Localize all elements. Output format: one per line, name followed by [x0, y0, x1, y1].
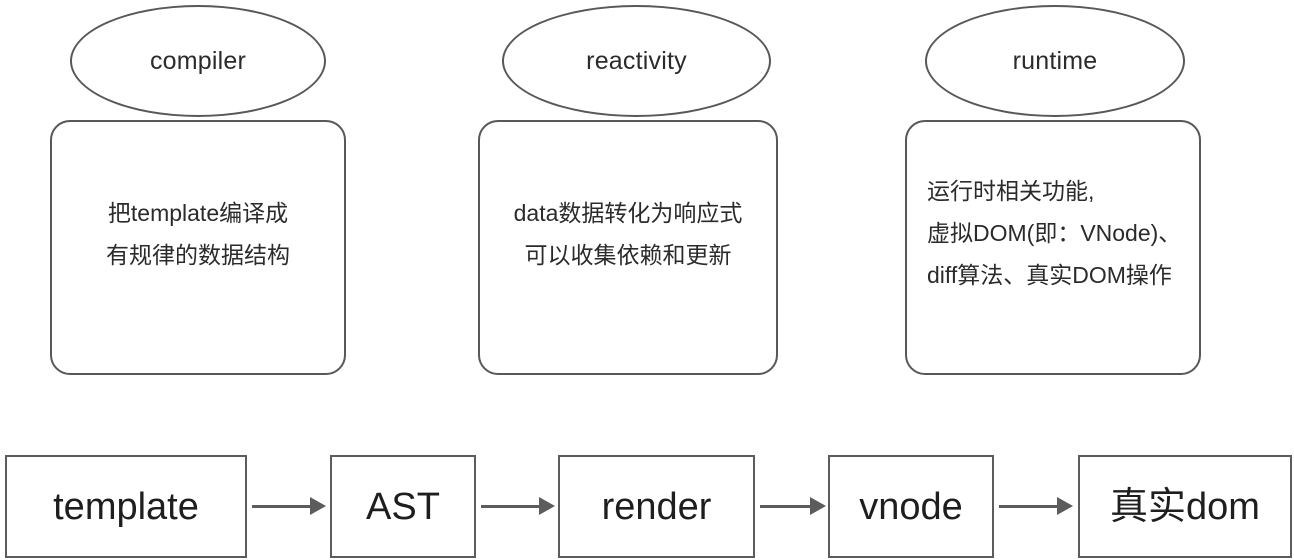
pipeline-step-real-dom[interactable]: 真实dom — [1078, 455, 1292, 558]
pipeline-arrow-1-icon — [252, 497, 326, 515]
concept-card-reactivity[interactable]: data数据转化为响应式 可以收集依赖和更新 — [478, 120, 778, 375]
concept-card-compiler[interactable]: 把template编译成 有规律的数据结构 — [50, 120, 346, 375]
arrow-head — [539, 497, 555, 515]
diagram-root: compiler 把template编译成 有规律的数据结构 reactivit… — [0, 0, 1294, 560]
concept-card-description: data数据转化为响应式 可以收集依赖和更新 — [513, 200, 743, 268]
pipeline-step-label: template — [53, 485, 199, 528]
concept-ellipse-label: compiler — [149, 46, 247, 75]
pipeline-arrow-2-icon — [481, 497, 555, 515]
pipeline-step-label: vnode — [859, 485, 963, 528]
arrow-shaft — [760, 504, 810, 508]
arrow-shaft — [481, 504, 539, 508]
pipeline-step-label: AST — [366, 485, 440, 528]
pipeline-arrow-3-icon — [760, 497, 826, 515]
pipeline-arrow-4-icon — [999, 497, 1073, 515]
pipeline-step-label: render — [601, 485, 712, 528]
pipeline-step-template[interactable]: template — [5, 455, 247, 558]
arrow-head — [1057, 497, 1073, 515]
arrow-shaft — [999, 504, 1057, 508]
concept-card-description: 运行时相关功能, 虚拟DOM(即：VNode)、 diff算法、真实DOM操作 — [927, 178, 1182, 288]
arrow-head — [810, 497, 826, 515]
arrow-head — [310, 497, 326, 515]
arrow-shaft — [252, 504, 310, 508]
concept-ellipse-label: reactivity — [586, 46, 687, 75]
concept-card-description: 把template编译成 有规律的数据结构 — [106, 200, 290, 268]
concept-ellipse-reactivity[interactable]: reactivity — [502, 5, 771, 117]
concept-ellipse-compiler[interactable]: compiler — [70, 5, 326, 117]
concept-ellipse-runtime[interactable]: runtime — [925, 5, 1185, 117]
concept-card-runtime[interactable]: 运行时相关功能, 虚拟DOM(即：VNode)、 diff算法、真实DOM操作 — [905, 120, 1201, 375]
pipeline-step-vnode[interactable]: vnode — [828, 455, 994, 558]
pipeline-step-label: 真实dom — [1110, 485, 1260, 528]
concept-ellipse-label: runtime — [1012, 46, 1098, 75]
pipeline-step-ast[interactable]: AST — [330, 455, 476, 558]
pipeline-step-render[interactable]: render — [558, 455, 755, 558]
